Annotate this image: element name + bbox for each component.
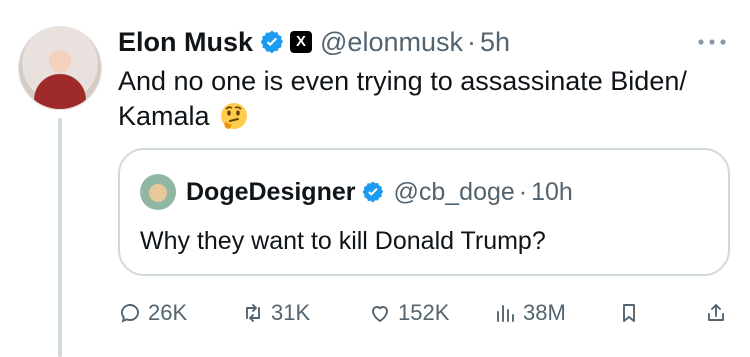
separator-dot: · (466, 27, 476, 57)
author-name[interactable]: Elon Musk (118, 24, 253, 60)
tweet-text-content: And no one is even trying to assassinate… (118, 66, 687, 131)
views-count: 38M (523, 300, 566, 325)
repost-button[interactable]: 31K (241, 296, 310, 330)
tweet-actions: 26K 31K 152K 38M (118, 296, 730, 330)
views-chart-icon (493, 301, 517, 325)
heart-icon (368, 301, 392, 325)
share-button[interactable] (704, 296, 728, 330)
tweet-header: Elon Musk X @elonmusk · 5h (118, 24, 510, 60)
repost-count: 31K (271, 300, 311, 325)
quoted-avatar[interactable] (140, 174, 176, 210)
quoted-timestamp[interactable]: 10h (531, 175, 573, 209)
repost-icon (241, 301, 265, 325)
thread-line (58, 118, 62, 357)
quoted-author-name[interactable]: DogeDesigner (186, 175, 355, 209)
quoted-tweet-text: Why they want to kill Donald Trump? (140, 227, 546, 255)
author-handle[interactable]: @elonmusk (320, 24, 463, 60)
tweet-avatar[interactable] (18, 26, 102, 110)
timestamp[interactable]: 5h (480, 24, 510, 60)
quoted-author-handle[interactable]: @cb_doge (393, 175, 514, 209)
x-affiliation-icon: X (290, 31, 313, 53)
bookmark-icon (617, 301, 641, 325)
quoted-tweet[interactable]: DogeDesigner @cb_doge · 10h Why they wan… (118, 148, 730, 276)
tweet-text: And no one is even trying to assassinate… (118, 64, 738, 134)
quoted-tweet-header: DogeDesigner @cb_doge · 10h (140, 174, 573, 210)
thinking-face-icon (219, 101, 249, 131)
reply-icon (118, 301, 142, 325)
reply-button[interactable]: 26K (118, 296, 187, 330)
like-count: 152K (398, 300, 450, 325)
views-button[interactable]: 38M (493, 296, 566, 330)
separator-dot: · (518, 178, 528, 206)
like-button[interactable]: 152K (368, 296, 449, 330)
verified-badge-icon (259, 29, 285, 55)
bookmark-button[interactable] (617, 296, 641, 330)
verified-badge-icon (361, 180, 385, 204)
more-options-icon[interactable] (694, 34, 730, 50)
reply-count: 26K (148, 300, 188, 325)
share-icon (704, 301, 728, 325)
